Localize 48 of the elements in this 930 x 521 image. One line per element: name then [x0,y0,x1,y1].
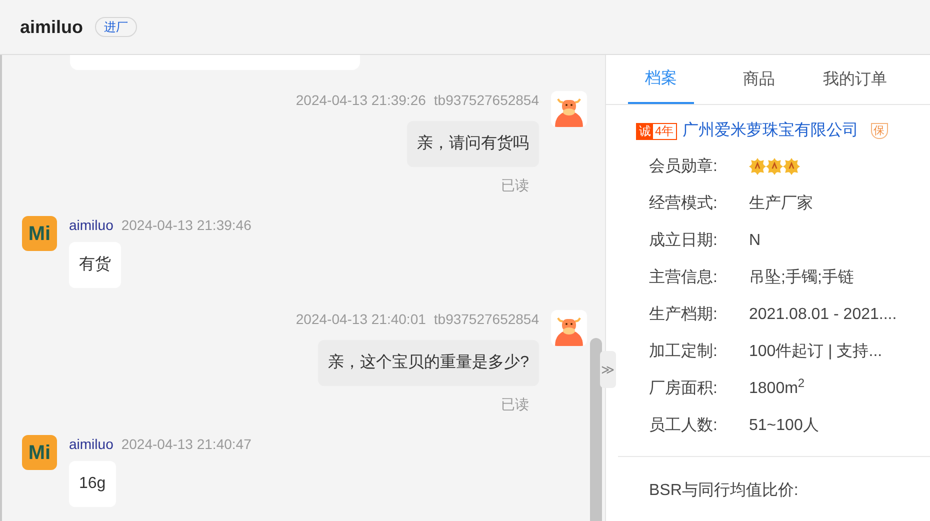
integrity-badge: 诚 [637,124,653,138]
company-name[interactable]: 广州爱米萝珠宝有限公司 [682,119,859,143]
guarantee-badge: 保 [870,123,888,139]
message-time: 2024-04-13 21:40:01 [296,310,426,328]
message-time: 2024-04-13 21:40:47 [121,435,252,453]
status-tag: 进厂 [95,17,138,37]
scrollbar-thumb[interactable] [590,338,602,521]
bull-avatar-icon [551,310,587,346]
message-bubble: 亲，请问有货吗 [407,121,539,167]
message-bubble: 16g [69,461,116,507]
field-label: 成立日期: [649,230,718,250]
years-label: 4年 [654,124,675,138]
sender-name: aimiluo [69,216,114,234]
field-value: N [749,230,761,250]
field-label: 厂房面积: [649,378,718,398]
field-value: 100件起订 | 支持... [749,342,882,362]
field-value: 51~100人 [749,416,819,436]
tab[interactable]: 我的订单 [812,55,898,104]
sender-name: aimiluo [69,435,114,453]
field-label: 经营模式: [649,194,718,214]
field-label: 主营信息: [649,268,718,288]
sender-id: tb937527652854 [434,310,539,328]
contact-name: aimiluo [20,16,84,38]
read-status: 已读 [501,176,529,195]
message-bubble: 有货 [69,242,121,288]
field-label: 会员勋章: [649,156,718,176]
shop-avatar: Mi [22,216,57,251]
field-label: 生产档期: [649,304,718,324]
field-label: 员工人数: [649,416,718,436]
medal-icon [766,158,783,175]
section-title: BSR与同行均值比价: [648,480,800,501]
message-time: 2024-04-13 21:39:46 [121,216,252,234]
bull-avatar-icon [551,91,587,127]
shop-avatar: Mi [22,435,57,470]
field-label: 加工定制: [649,342,718,362]
medal-icon [783,158,800,175]
field-value: 吊坠;手镯;手链 [749,268,854,288]
field-value: 1800m$^{2}$ [749,376,805,398]
read-status: 已读 [501,395,529,414]
tab[interactable]: 档案 [628,55,694,104]
tab[interactable]: 商品 [716,55,802,104]
message-time: 2024-04-13 21:39:26 [296,91,426,109]
sender-id: tb937527652854 [434,91,539,109]
field-value: 2021.08.01 - 2021.... [749,304,897,324]
message-bubble: 亲，这个宝贝的重量是多少? [318,340,539,386]
medal-icon [749,158,766,175]
field-value: 生产厂家 [749,194,813,214]
expand-button[interactable]: ≫ [600,351,616,388]
